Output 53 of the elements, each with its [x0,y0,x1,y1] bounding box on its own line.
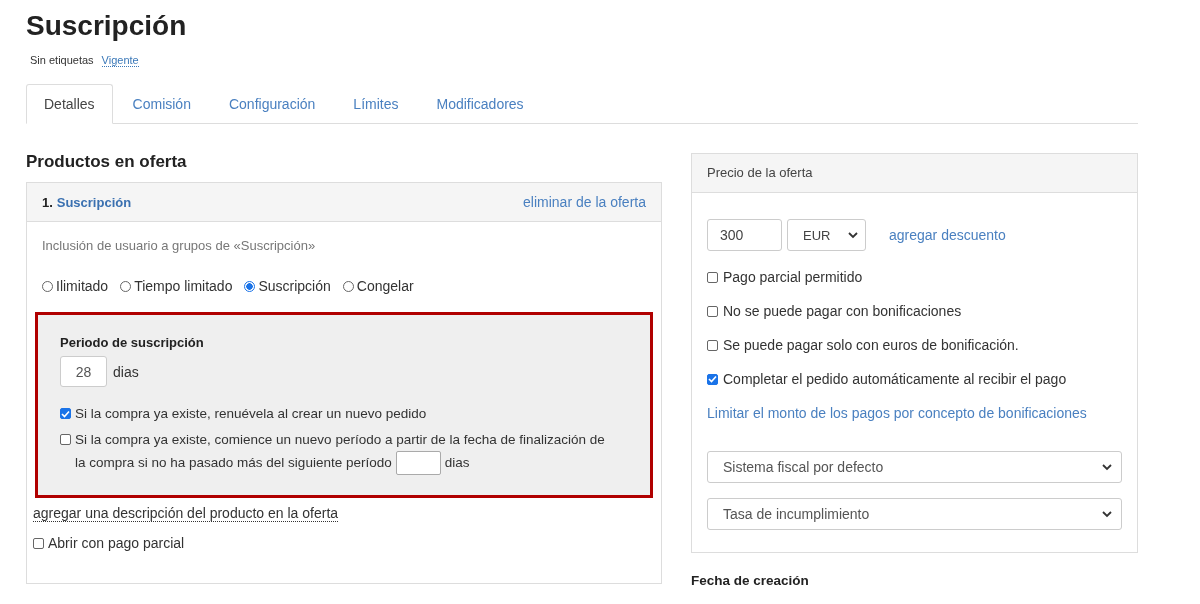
checkbox-label: No se puede pagar con bonificaciones [723,303,962,319]
card-header: Precio de la oferta [692,154,1137,193]
checkbox-label: Se puede pagar solo con euros de bonificación. [723,337,1019,353]
page-title: Suscripción [26,9,188,42]
status-link[interactable]: Vigente [101,54,139,67]
add-description-link[interactable]: agregar una descripción del producto en la oferta [33,505,339,522]
checkbox[interactable] [707,271,718,283]
section-heading: Productos en oferta [26,152,188,172]
product-description: Inclusión de usuario a grupos de «Suscripción» [42,238,317,253]
checkbox[interactable] [60,408,71,419]
panel-heading: Periodo de suscripción [60,335,205,350]
chevron-down-icon [1101,510,1113,518]
checkbox-label: Pago parcial permitido [723,269,863,285]
tab[interactable]: Comisión [114,84,209,124]
radio-label: Suscripción [258,278,331,294]
tab[interactable]: Detalles [26,84,113,124]
dropdown-select[interactable]: Tasa de incumplimiento [707,498,1122,530]
unit-label: dias [444,454,470,472]
radio-button[interactable] [42,280,53,292]
checkbox[interactable] [707,339,718,351]
section-heading: Fecha de creación [691,573,810,588]
tab[interactable]: Configuración [210,84,334,124]
tab[interactable]: Límites [335,84,417,124]
checkbox[interactable] [707,305,718,317]
radio-label: Ilimitado [56,278,109,294]
radio-button[interactable] [120,280,132,292]
checkbox-label: Completar el pedido automáticamente al recibir el pago [723,371,1067,387]
unit-label: dias [113,363,139,380]
price-input[interactable]: 300 [707,219,782,251]
checkbox[interactable] [33,537,44,549]
checkbox[interactable] [60,434,71,445]
add-discount-link[interactable]: agregar descuento [889,227,1006,243]
remove-link[interactable]: eliminar de la oferta [523,194,646,210]
days-input[interactable] [395,451,441,475]
product-number: 1. [42,195,53,210]
product-link[interactable]: Suscripción [56,195,132,210]
tab[interactable]: Modificadores [418,84,542,124]
dropdown-select[interactable]: Sistema fiscal por defecto [707,451,1122,483]
radio-label: Congelar [356,278,414,294]
radio-button[interactable] [244,280,256,292]
checkbox-label: Si la compra ya existe, comience un nuevo período a partir de la fecha de finalización de [75,431,605,449]
period-input[interactable]: 28 [60,356,107,387]
radio-button[interactable] [342,280,354,292]
checkbox-label: Abrir con pago parcial [48,535,185,551]
checkbox-label: Si la compra ya existe, renuévela al crear un nuevo pedido [75,405,427,423]
limit-link[interactable]: Limitar el monto de los pagos por concepto de bonificaciones [707,405,1122,421]
radio-label: Tiempo limitado [134,278,233,294]
chevron-down-icon [1101,463,1113,471]
checkbox-label: la compra si no ha pasado más del siguiente período [75,454,392,472]
tags-label: Sin etiquetas [30,54,94,67]
chevron-down-icon [847,231,859,239]
checkbox[interactable] [707,373,718,385]
currency-select[interactable]: EUR [787,219,866,251]
